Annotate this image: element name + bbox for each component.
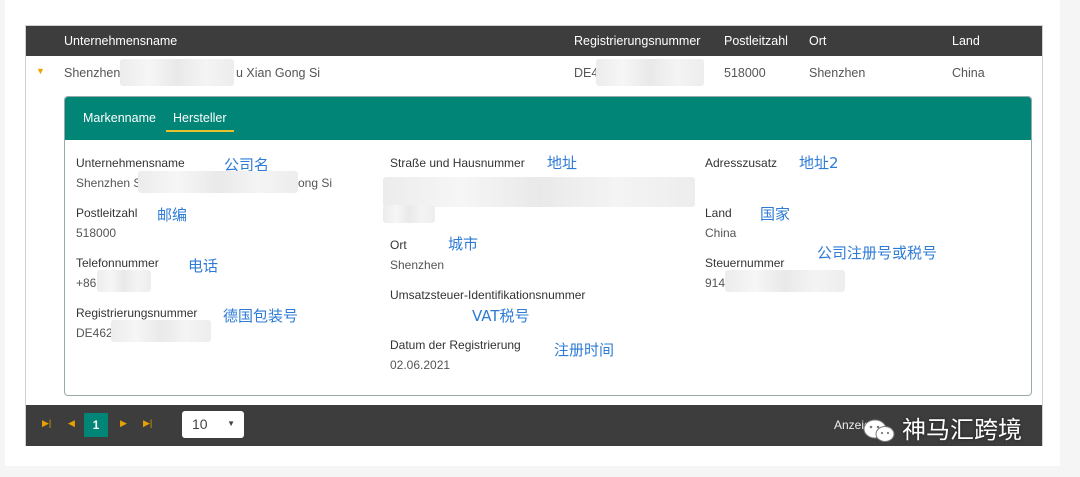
registration-date-label: Datum der Registrierung (390, 338, 521, 352)
watermark-text: 神马汇跨境 (902, 416, 1022, 444)
table-row[interactable]: ▼ Shenzhen u Xian Gong Si DE4 518000 She… (26, 56, 1042, 89)
expand-caret-icon[interactable]: ▼ (36, 66, 45, 76)
postcode-label: Postleitzahl (76, 206, 138, 220)
phone-label: Telefonnummer (76, 256, 159, 270)
row-company-prefix: Shenzhen (64, 66, 121, 80)
registration-date-value: 02.06.2021 (390, 358, 451, 372)
address2-annotation: 地址2 (799, 154, 839, 172)
watermark: 神马汇跨境 (862, 410, 1022, 446)
vat-annotation: VAT税号 (472, 307, 530, 325)
postcode-annotation: 邮编 (157, 206, 188, 224)
city-annotation: 城市 (448, 235, 479, 253)
last-page-icon[interactable]: ▶| (143, 418, 152, 429)
column-header-company[interactable]: Unternehmensname (64, 34, 177, 48)
detail-tab-bar: Markenname Hersteller (65, 97, 1031, 140)
table-header: Unternehmensname Registrierungsnummer Po… (26, 26, 1042, 56)
tab-hersteller[interactable]: Hersteller (166, 111, 234, 132)
row-postcode: 518000 (724, 66, 766, 80)
row-registration-prefix: DE4 (574, 66, 599, 80)
redacted-street-blur-2 (383, 205, 435, 223)
redacted-street-blur (383, 177, 695, 207)
next-page-icon[interactable]: ▶ (120, 418, 127, 429)
city-label: Ort (390, 238, 407, 252)
vat-label: Umsatzsteuer-Identifikationsnummer (390, 288, 586, 302)
row-company-suffix: u Xian Gong Si (236, 66, 321, 80)
first-page-icon[interactable]: ▶| (42, 418, 51, 429)
registration-annotation: 德国包装号 (223, 307, 299, 325)
tax-annotation: 公司注册号或税号 (817, 244, 938, 262)
redacted-company-name-blur (138, 171, 298, 193)
tax-number-label: Steuernummer (705, 256, 785, 270)
prev-page-icon[interactable]: ◀ (68, 418, 75, 429)
postcode-value: 518000 (76, 226, 117, 240)
redacted-registration-detail-blur (111, 320, 211, 342)
row-city: Shenzhen (809, 66, 866, 80)
wechat-icon (863, 419, 895, 442)
city-value: Shenzhen (390, 258, 445, 272)
registration-prefix: DE462 (76, 326, 113, 340)
company-name-prefix: Shenzhen S (76, 176, 142, 190)
redacted-tax-blur (725, 270, 845, 292)
current-page-button[interactable]: 1 (84, 413, 108, 437)
redacted-registration-blur (596, 59, 704, 86)
row-country: China (952, 66, 985, 80)
column-header-city[interactable]: Ort (809, 34, 826, 48)
date-annotation: 注册时间 (554, 341, 615, 359)
country-value: China (705, 226, 737, 240)
chevron-down-icon: ▼ (227, 419, 235, 428)
content-card: Unternehmensname Registrierungsnummer Po… (5, 0, 1060, 466)
company-name-label: Unternehmensname (76, 156, 185, 170)
column-header-registration[interactable]: Registrierungsnummer (574, 34, 700, 48)
company-name-suffix: ong Si (298, 176, 333, 190)
tab-markenname[interactable]: Markenname (83, 111, 156, 125)
column-header-postcode[interactable]: Postleitzahl (724, 34, 788, 48)
tax-number-prefix: 914 (705, 276, 726, 290)
page-size-select[interactable]: 10 ▼ (182, 411, 244, 438)
phone-prefix: +86 (76, 276, 97, 290)
street-label: Straße und Hausnummer (390, 156, 525, 170)
manufacturer-grid: Unternehmensname Registrierungsnummer Po… (25, 25, 1043, 446)
registration-label: Registrierungsnummer (76, 306, 198, 320)
country-label: Land (705, 206, 732, 220)
address-annotation: 地址 (547, 154, 578, 172)
address-extra-label: Adresszusatz (705, 156, 778, 170)
phone-annotation: 电话 (188, 257, 219, 275)
page-size-value: 10 (192, 416, 208, 432)
column-header-country[interactable]: Land (952, 34, 980, 48)
redacted-company-blur (120, 59, 234, 86)
detail-panel: Markenname Hersteller Unternehmensname 公… (64, 96, 1032, 396)
country-annotation: 国家 (760, 205, 791, 223)
redacted-phone-blur (97, 270, 151, 292)
